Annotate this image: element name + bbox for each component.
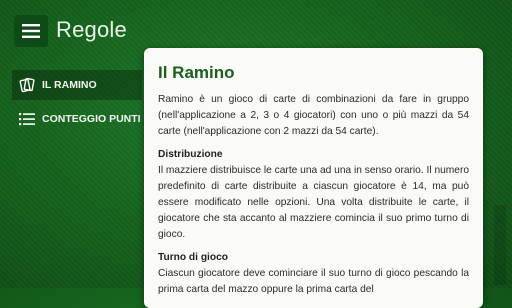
cards-icon	[18, 76, 36, 94]
section-paragraph: Ciascun giocatore deve cominciare il suo…	[158, 268, 469, 295]
sidebar-item-conteggio-punti[interactable]: CONTEGGIO PUNTI	[12, 104, 142, 134]
hamburger-menu-icon	[22, 24, 40, 38]
content-title: Il Ramino	[158, 63, 235, 82]
section-paragraph: Il mazziere distribuisce le carte una ad…	[158, 165, 469, 240]
intro-paragraph: Ramino è un gioco di carte di combinazio…	[158, 94, 469, 137]
list-icon	[18, 110, 36, 128]
page-title: Regole	[56, 17, 127, 42]
sidebar-item-il-ramino[interactable]: IL RAMINO	[12, 70, 142, 100]
sidebar-item-label: IL RAMINO	[42, 79, 97, 91]
menu-button[interactable]	[14, 15, 48, 47]
sidebar-item-label: CONTEGGIO PUNTI	[42, 113, 141, 125]
side-edge-handle	[494, 205, 506, 285]
section-heading: Distribuzione	[158, 149, 223, 160]
rules-content-card[interactable]: Il Ramino Ramino è un gioco di carte di …	[144, 48, 483, 308]
section-heading: Turno di gioco	[158, 252, 228, 263]
